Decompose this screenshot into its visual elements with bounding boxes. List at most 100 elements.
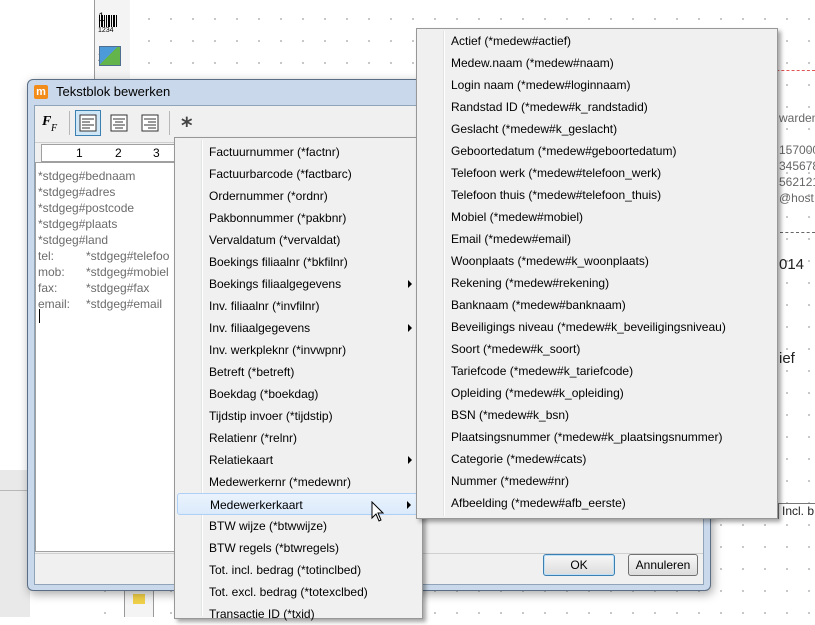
menu-item[interactable]: Boekings filiaalgegevens <box>177 273 420 295</box>
submenu-item[interactable]: Actief (*medew#actief) <box>419 30 775 52</box>
toolbar-separator <box>69 111 70 135</box>
editor-line: *stdgeg#adres <box>38 185 116 199</box>
submenu-item[interactable]: Rekening (*medew#rekening) <box>419 272 775 294</box>
submenu-item-label: Plaatsingsnummer (*medew#k_plaatsingsnum… <box>451 430 723 444</box>
submenu-item[interactable]: Afbeelding (*medew#afb_eerste) <box>419 492 775 514</box>
submenu-item[interactable]: Nummer (*medew#nr) <box>419 470 775 492</box>
submenu-item-label: Actief (*medew#actief) <box>451 34 572 48</box>
doc-text: 157000 <box>779 143 815 157</box>
barcode-label: 1234 <box>98 27 114 34</box>
doc-text: 562121 <box>779 175 815 189</box>
align-center-icon[interactable] <box>106 110 132 136</box>
submenu-item[interactable]: Telefoon thuis (*medew#telefoon_thuis) <box>419 184 775 206</box>
menu-item[interactable]: Ordernummer (*ordnr) <box>177 185 420 207</box>
menu-item[interactable]: Factuurnummer (*factnr) <box>177 141 420 163</box>
submenu-item-label: Opleiding (*medew#k_opleiding) <box>451 386 624 400</box>
font-icon[interactable]: F F <box>39 110 65 136</box>
menu-item-label: Betreft (*betreft) <box>209 365 295 379</box>
menu-item-label: Transactie ID (*txid) <box>209 607 315 621</box>
submenu-item-label: Tariefcode (*medew#k_tariefcode) <box>451 364 634 378</box>
menu-item[interactable]: Tijdstip invoer (*tijdstip) <box>177 405 420 427</box>
editor-line: *stdgeg#bednaam <box>38 169 136 183</box>
menu-item[interactable]: Vervaldatum (*vervaldat) <box>177 229 420 251</box>
menu-item-label: Vervaldatum (*vervaldat) <box>209 233 341 247</box>
submenu-arrow-icon <box>408 324 412 332</box>
ruler-label: 3 <box>153 146 160 160</box>
menu-item-label: BTW wijze (*btwwijze) <box>209 519 328 533</box>
menu-item-label: Relatienr (*relnr) <box>209 431 298 445</box>
submenu-item[interactable]: BSN (*medew#k_bsn) <box>419 404 775 426</box>
left-panel-line <box>0 490 30 491</box>
submenu-item[interactable]: Woonplaats (*medew#k_woonplaats) <box>419 250 775 272</box>
menu-item[interactable]: Inv. filiaalgegevens <box>177 317 420 339</box>
menu-item-label: Medewerkerkaart <box>210 498 303 512</box>
menu-item-label: Tot. excl. bedrag (*totexclbed) <box>209 585 368 599</box>
menu-item-label: Boekdag (*boekdag) <box>209 387 319 401</box>
menu-item[interactable]: BTW regels (*btwregels) <box>177 537 420 559</box>
ruler-margin <box>124 0 130 80</box>
editor-line: *stdgeg#postcode <box>38 201 135 215</box>
menu-item[interactable]: Transactie ID (*txid) <box>177 603 420 625</box>
cancel-button[interactable]: Annuleren <box>628 554 698 576</box>
text-editor[interactable]: *stdgeg#bednaam *stdgeg#adres *stdgeg#po… <box>35 162 179 552</box>
editor-line-value: *stdgeg#telefoo <box>86 249 170 263</box>
menu-item[interactable]: Relatiekaart <box>177 449 420 471</box>
submenu-item[interactable]: Randstad ID (*medew#k_randstadid) <box>419 96 775 118</box>
menu-item[interactable]: Tot. excl. bedrag (*totexclbed) <box>177 581 420 603</box>
menu-item[interactable]: Boekdag (*boekdag) <box>177 383 420 405</box>
menu-item[interactable]: Factuurbarcode (*factbarc) <box>177 163 420 185</box>
align-left-icon[interactable] <box>75 110 101 136</box>
submenu-item-label: Nummer (*medew#nr) <box>451 474 570 488</box>
submenu-arrow-icon <box>407 501 411 509</box>
submenu-item[interactable]: Banknaam (*medew#banknaam) <box>419 294 775 316</box>
menu-item-label: BTW regels (*btwregels) <box>209 541 340 555</box>
left-panel-gray <box>0 470 30 617</box>
submenu-item[interactable]: Geslacht (*medew#k_geslacht) <box>419 118 775 140</box>
submenu-item-label: Geslacht (*medew#k_geslacht) <box>451 122 618 136</box>
svg-text:*: * <box>181 114 193 135</box>
submenu-item-label: Rekening (*medew#rekening) <box>451 276 610 290</box>
editor-line-label: fax: <box>38 281 58 295</box>
submenu-item[interactable]: Login naam (*medew#loginnaam) <box>419 74 775 96</box>
editor-line: *stdgeg#land <box>38 233 109 247</box>
submenu-item[interactable]: Tariefcode (*medew#k_tariefcode) <box>419 360 775 382</box>
submenu-item-label: Categorie (*medew#cats) <box>451 452 587 466</box>
submenu-item-label: BSN (*medew#k_bsn) <box>451 408 570 422</box>
incl-label: Incl. b <box>778 503 815 519</box>
ok-button[interactable]: OK <box>543 554 615 576</box>
menu-item[interactable]: Tot. incl. bedrag (*totinclbed) <box>177 559 420 581</box>
submenu-item-label: Email (*medew#email) <box>451 232 572 246</box>
align-right-icon[interactable] <box>137 110 163 136</box>
image-icon[interactable] <box>99 46 121 66</box>
menu-item-label: Tijdstip invoer (*tijdstip) <box>209 409 333 423</box>
submenu-item[interactable]: Mobiel (*medew#mobiel) <box>419 206 775 228</box>
menu-item-label: Tot. incl. bedrag (*totinclbed) <box>209 563 362 577</box>
submenu-item[interactable]: Medew.naam (*medew#naam) <box>419 52 775 74</box>
submenu-item[interactable]: Plaatsingsnummer (*medew#k_plaatsingsnum… <box>419 426 775 448</box>
submenu-item[interactable]: Email (*medew#email) <box>419 228 775 250</box>
submenu-item-label: Randstad ID (*medew#k_randstadid) <box>451 100 648 114</box>
submenu-item-label: Mobiel (*medew#mobiel) <box>451 210 584 224</box>
submenu-item[interactable]: Geboortedatum (*medew#geboortedatum) <box>419 140 775 162</box>
barcode-icon[interactable]: 1234 <box>98 14 120 36</box>
menu-item[interactable]: Medewerkernr (*medewnr) <box>177 471 420 493</box>
menu-item-label: Inv. filiaalnr (*invfilnr) <box>209 299 320 313</box>
submenu-item[interactable]: Telefoon werk (*medew#telefoon_werk) <box>419 162 775 184</box>
menu-item[interactable]: Pakbonnummer (*pakbnr) <box>177 207 420 229</box>
menu-item[interactable]: Relatienr (*relnr) <box>177 427 420 449</box>
menu-item[interactable]: Inv. werkpleknr (*invwpnr) <box>177 339 420 361</box>
insert-field-menu: Factuurnummer (*factnr) Factuurbarcode (*… <box>174 137 423 621</box>
submenu-item-label: Afbeelding (*medew#afb_eerste) <box>451 496 626 510</box>
toolbar-separator <box>169 111 170 135</box>
insert-field-icon[interactable]: * <box>176 110 202 139</box>
menu-item[interactable]: Betreft (*betreft) <box>177 361 420 383</box>
submenu-item[interactable]: Categorie (*medew#cats) <box>419 448 775 470</box>
menu-item[interactable]: Boekings filiaalnr (*bkfilnr) <box>177 251 420 273</box>
ruler-label: 2 <box>115 146 122 160</box>
menu-item[interactable]: Inv. filiaalnr (*invfilnr) <box>177 295 420 317</box>
doc-text: ief <box>779 350 795 367</box>
submenu-item[interactable]: Soort (*medew#k_soort) <box>419 338 775 360</box>
vertical-ruler-bottom <box>124 588 154 617</box>
submenu-item[interactable]: Beveiligings niveau (*medew#k_beveiligin… <box>419 316 775 338</box>
submenu-item[interactable]: Opleiding (*medew#k_opleiding) <box>419 382 775 404</box>
